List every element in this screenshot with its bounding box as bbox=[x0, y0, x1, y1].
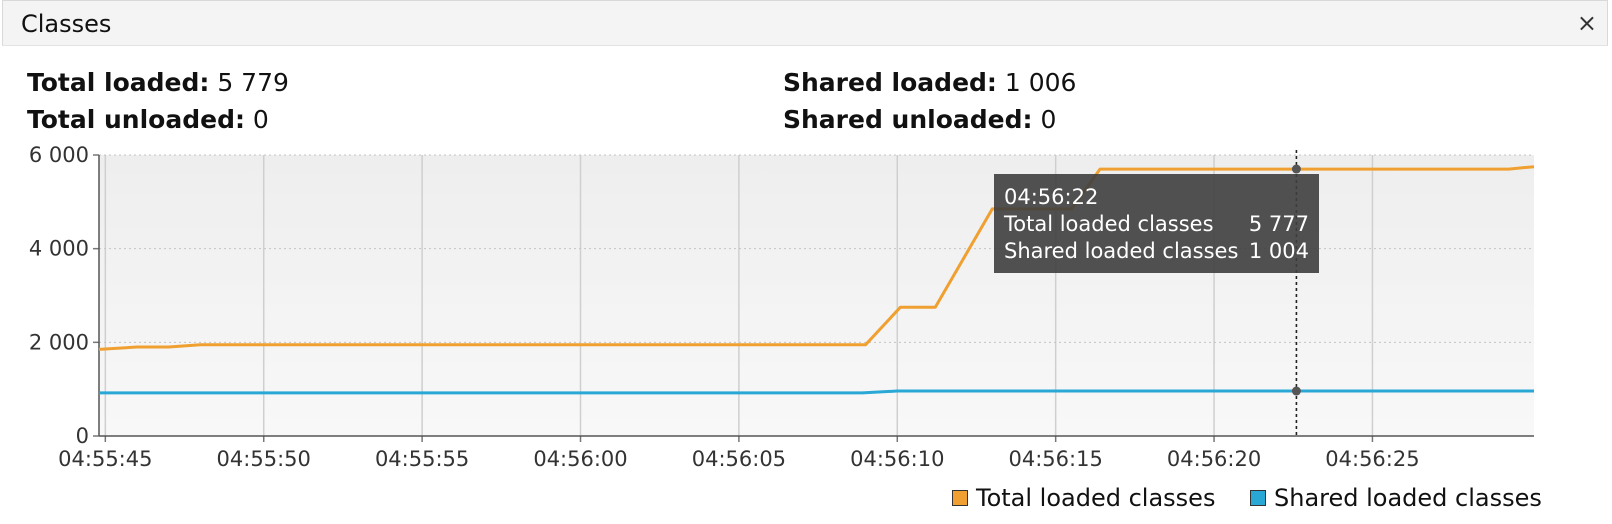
tooltip-time: 04:56:22 bbox=[1004, 185, 1098, 209]
tooltip-row-label: Total loaded classes bbox=[1003, 212, 1214, 236]
legend-item-shared[interactable]: Shared loaded classes bbox=[1250, 484, 1542, 512]
legend-label-total: Total loaded classes bbox=[976, 484, 1216, 512]
x-tick-label: 04:56:05 bbox=[692, 447, 786, 471]
panel-title: Classes bbox=[21, 10, 112, 38]
shared-unloaded-stat: Shared unloaded: 0 bbox=[783, 105, 1056, 134]
shared-unloaded-label: Shared unloaded: bbox=[783, 105, 1033, 134]
x-tick-label: 04:55:45 bbox=[58, 447, 152, 471]
legend-swatch-total bbox=[952, 490, 968, 506]
shared-loaded-label: Shared loaded: bbox=[783, 68, 997, 97]
y-tick-label: 4 000 bbox=[29, 237, 89, 261]
x-tick-label: 04:56:00 bbox=[533, 447, 627, 471]
crosshair-point-shared bbox=[1291, 386, 1301, 396]
crosshair-point-total bbox=[1291, 164, 1301, 174]
total-loaded-stat: Total loaded: 5 779 bbox=[27, 68, 289, 97]
tooltip-row-value: 5 777 bbox=[1249, 212, 1309, 236]
shared-loaded-value: 1 006 bbox=[1004, 68, 1077, 97]
total-loaded-value: 5 779 bbox=[217, 68, 289, 97]
total-loaded-label: Total loaded: bbox=[27, 68, 210, 97]
shared-loaded-stat: Shared loaded: 1 006 bbox=[783, 68, 1076, 97]
x-tick-label: 04:56:20 bbox=[1167, 447, 1261, 471]
panel-header: Classes × bbox=[2, 0, 1608, 46]
legend-label-shared: Shared loaded classes bbox=[1274, 484, 1542, 512]
legend-swatch-shared bbox=[1250, 490, 1266, 506]
tooltip-row-label: Shared loaded classes bbox=[1004, 239, 1238, 263]
total-unloaded-value: 0 bbox=[252, 105, 269, 134]
x-tick-label: 04:55:55 bbox=[375, 447, 469, 471]
classes-chart[interactable]: 04:55:45 04:55:50 04:55:55 04:56:00 04:56:05… bbox=[0, 140, 1612, 480]
total-unloaded-label: Total unloaded: bbox=[27, 105, 245, 134]
x-tick-label: 04:56:15 bbox=[1009, 447, 1103, 471]
x-tick-label: 04:55:50 bbox=[217, 447, 311, 471]
shared-unloaded-value: 0 bbox=[1040, 105, 1057, 134]
y-tick-label: 0 bbox=[76, 424, 89, 448]
close-icon[interactable]: × bbox=[1577, 9, 1597, 37]
legend-item-total[interactable]: Total loaded classes bbox=[952, 484, 1215, 512]
tooltip: 04:56:22 Total loaded classes 5 777 Shared … bbox=[994, 174, 1319, 273]
y-tick-label: 2 000 bbox=[29, 330, 89, 354]
total-unloaded-stat: Total unloaded: 0 bbox=[27, 105, 269, 134]
y-tick-label: 6 000 bbox=[29, 143, 89, 167]
x-tick-label: 04:56:10 bbox=[850, 447, 944, 471]
x-tick-label: 04:56:25 bbox=[1325, 447, 1419, 471]
tooltip-row-value: 1 004 bbox=[1249, 239, 1309, 263]
